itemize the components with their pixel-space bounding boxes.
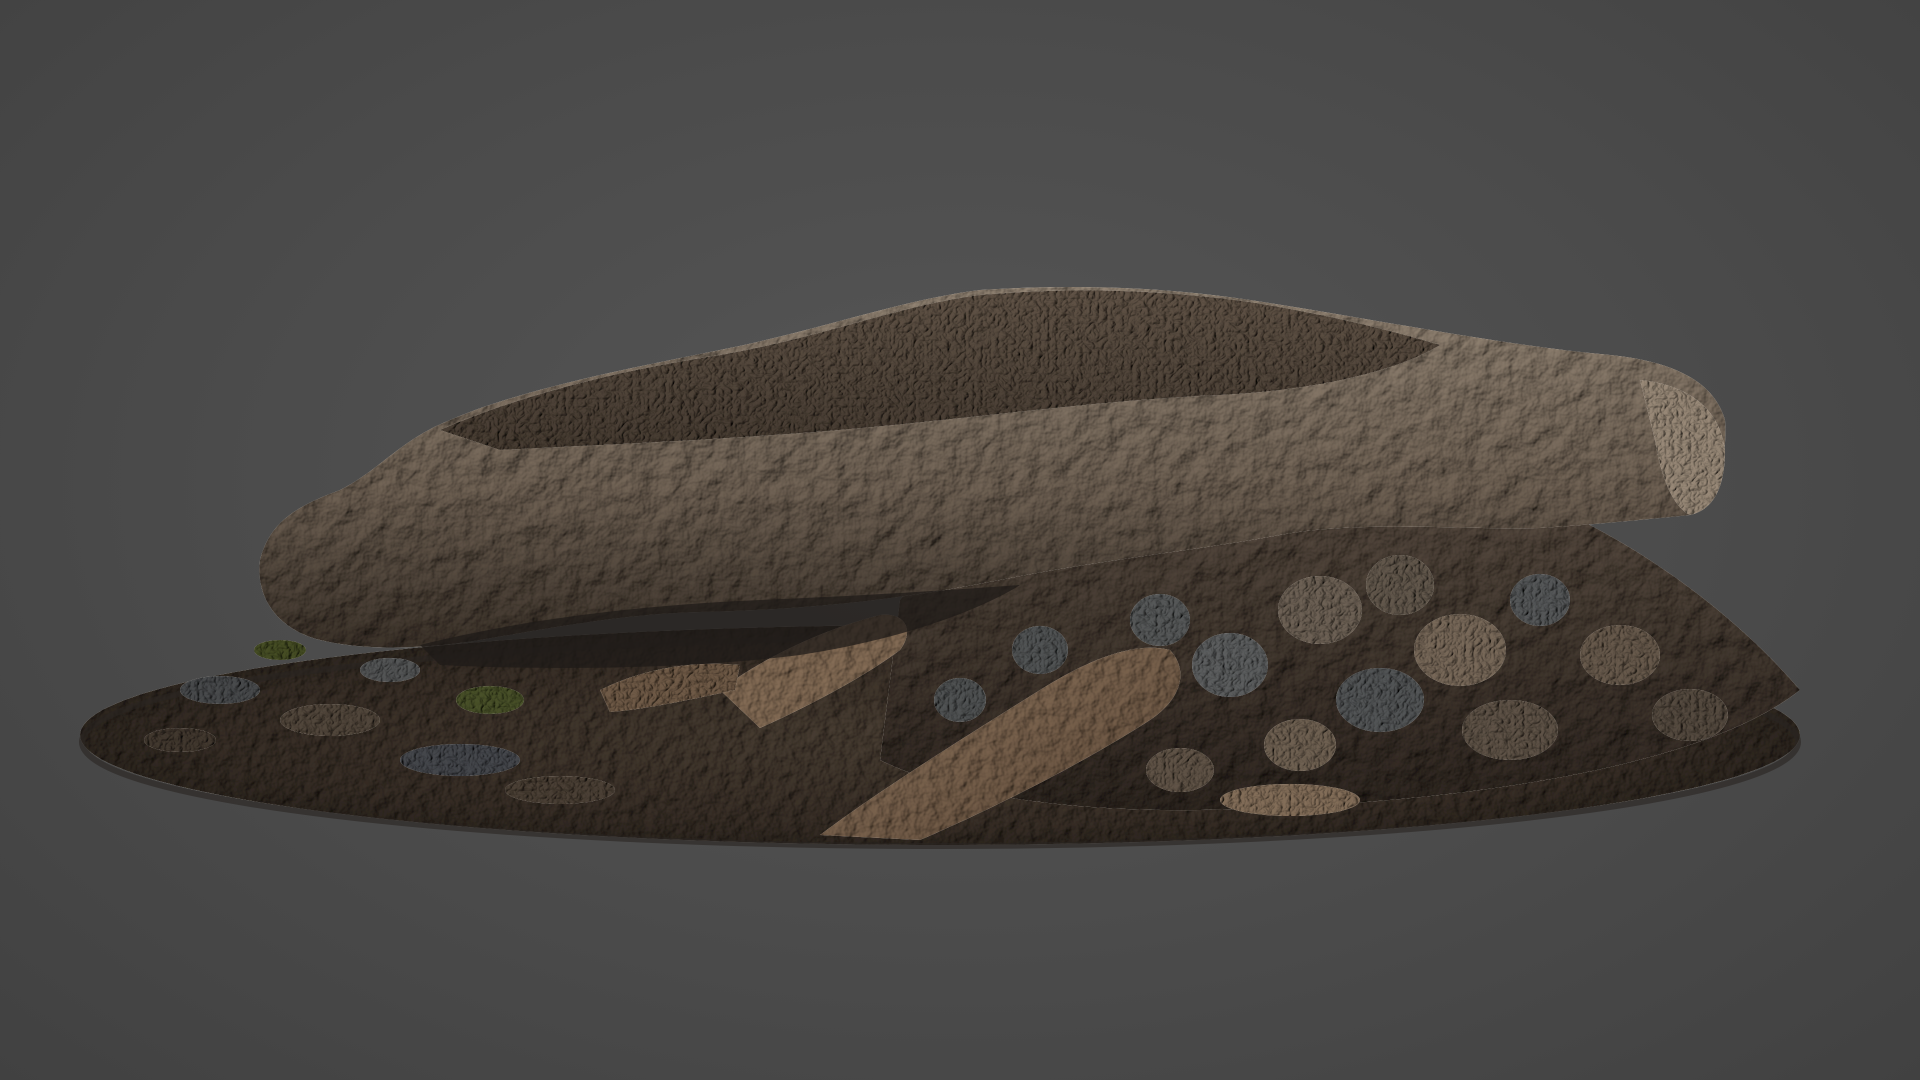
- rock-scan-model: [79, 287, 1801, 849]
- 3d-viewport[interactable]: [0, 0, 1920, 1080]
